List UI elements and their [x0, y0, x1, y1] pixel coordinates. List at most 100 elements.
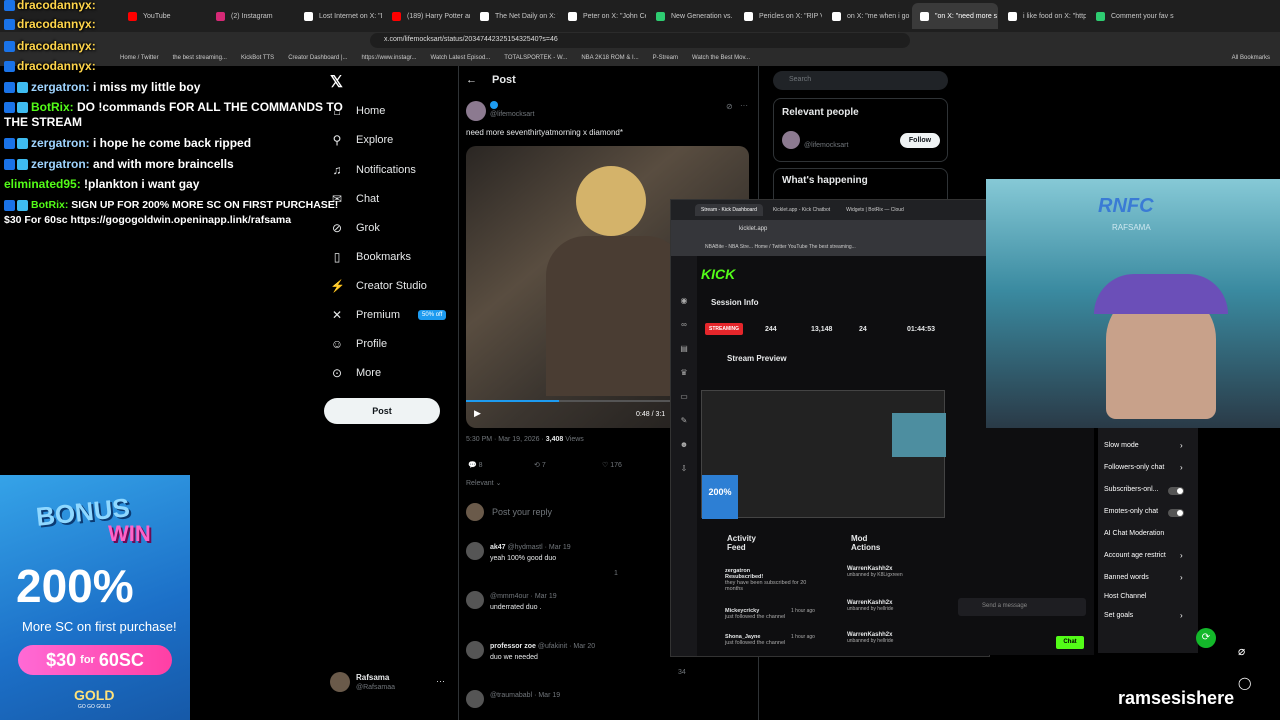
play-icon[interactable]: ▶ [474, 408, 481, 419]
chat-user: dracodannyx: [17, 0, 96, 12]
badge-icon [4, 82, 15, 94]
follow-button[interactable]: Follow [900, 133, 940, 148]
reply-text: underrated duo . [490, 604, 542, 611]
mod-detail: unbanned by hellride [847, 606, 894, 612]
column-divider [458, 66, 459, 720]
send-message-input[interactable]: Send a message [958, 598, 1086, 616]
subscribers-only-toggle[interactable] [1168, 487, 1184, 495]
menu-host-channel[interactable]: Host Channel [1104, 593, 1146, 600]
stat-viewers: 244 [765, 326, 777, 333]
mod-item: WarrenKashh2x unbanned by hellride [847, 632, 893, 644]
browser-tab[interactable]: (189) Harry Potter and [384, 3, 470, 29]
chart-icon[interactable]: ▤ [679, 344, 689, 354]
sort-dropdown[interactable]: Relevant ⌄ [466, 479, 501, 487]
chat-user: BotRix: [31, 199, 69, 211]
nav-profile[interactable]: ☺ Profile [330, 337, 387, 351]
nav-more[interactable]: ⊙ More [330, 366, 381, 380]
bookmark-item[interactable]: TOTALSPORTEK - W... [504, 55, 567, 61]
timestamp-text: 5:30 PM · Mar 19, 2026 · [466, 436, 544, 443]
x-icon: ✕ [331, 308, 343, 322]
download-icon[interactable]: ⇩ [679, 464, 689, 474]
relevant-avatar[interactable] [782, 131, 800, 149]
author-handle[interactable]: @lifemocksart [490, 111, 534, 118]
chat-message: BotRix: SIGN UP FOR 200% MORE SC ON FIRS… [4, 198, 349, 228]
edit-icon[interactable]: ⌀ [1238, 644, 1245, 658]
browser-tab[interactable]: Pericles on X: "RIP Vine [736, 3, 822, 29]
back-arrow-icon[interactable]: ← [466, 74, 477, 86]
reply-item[interactable]: @mmm4our · Mar 19 underrated duo . [466, 591, 666, 631]
activity-time: 1 hour ago [791, 634, 815, 640]
kick-logo[interactable]: KICK [701, 266, 735, 282]
repost-count[interactable]: ⟲ 7 [534, 461, 546, 469]
bookmark-item[interactable]: Watch the Best Mov... [692, 55, 750, 61]
more-dots-icon[interactable]: ··· [740, 101, 748, 110]
reply-item[interactable]: @traumababl · Mar 19 [466, 690, 666, 710]
video-progress-fill [466, 400, 559, 402]
chat-bubble-icon[interactable]: ◯ [1238, 676, 1251, 690]
menu-subscribers-only[interactable]: Subscribers-onl... [1104, 486, 1158, 493]
users-icon[interactable]: ☻ [679, 440, 689, 450]
menu-ai-moderation[interactable]: AI Chat Moderation [1104, 530, 1164, 537]
reply-item[interactable]: professor zoe @ufakinit · Mar 20 duo we … [466, 641, 686, 681]
trophy-icon[interactable]: ♛ [679, 368, 689, 378]
relevant-handle[interactable]: @lifemocksart [804, 142, 848, 149]
kick-tab[interactable]: Widgets | BotRix — Cloud [840, 204, 910, 216]
post-text: need more seventhirtyatmorning x diamond… [466, 128, 623, 137]
wrench-icon[interactable]: ✎ [679, 416, 689, 426]
mod-item: WarrenKashh2x unbanned by hellride [847, 600, 893, 612]
bookmark-item[interactable]: NBA 2K18 ROM & I... [581, 55, 638, 61]
refresh-icon[interactable]: ⟳ [1196, 628, 1216, 648]
browser-tab[interactable]: The Net Daily on X: "Ima [472, 3, 558, 29]
bookmark-item[interactable]: https://www.instagr... [361, 55, 416, 61]
menu-emotes-only[interactable]: Emotes-only chat [1104, 508, 1158, 515]
bookmark-item[interactable]: Watch Latest Episod... [430, 55, 490, 61]
bonus-ad[interactable]: BONUS WIN 200% More SC on first purchase… [0, 475, 190, 720]
nav-label: Grok [356, 222, 380, 234]
chat-send-button[interactable]: Chat [1056, 636, 1084, 649]
reply-input[interactable]: Post your reply [492, 507, 552, 517]
address-bar[interactable]: x.com/lifemocksart/status/20347442325154… [370, 33, 910, 48]
menu-slow-mode[interactable]: Slow mode [1104, 442, 1139, 449]
nav-premium[interactable]: ✕ Premium 50% off [330, 308, 447, 322]
grok-icon[interactable]: ⊘ [726, 102, 733, 111]
bonus-subtitle: More SC on first purchase! [22, 619, 177, 634]
bookmark-item[interactable]: P-Stream [653, 55, 678, 61]
search-input[interactable]: Search [773, 71, 948, 90]
views-label: Views [565, 436, 584, 443]
like-count-value: 176 [610, 462, 622, 469]
browser-tab[interactable]: Comment your fav sSb [1088, 3, 1174, 29]
link-icon[interactable]: ∞ [679, 320, 689, 330]
chat-message: dracodannyx: [4, 0, 349, 13]
menu-set-goals[interactable]: Set goals [1104, 612, 1133, 619]
my-avatar [466, 503, 484, 521]
reply-count[interactable]: 💬 8 [468, 461, 483, 469]
kick-address-bar[interactable]: kicklet.app [671, 220, 989, 240]
account-avatar[interactable] [330, 672, 350, 692]
kick-tab[interactable]: Kicklet.app - Kick Chatbot [767, 204, 836, 216]
reply-likes: 34 [678, 669, 686, 676]
kick-tab[interactable]: Stream - Kick Dashboard [695, 204, 763, 216]
stream-preview-video[interactable]: 200% [701, 390, 946, 519]
all-bookmarks[interactable]: All Bookmarks [1232, 55, 1280, 61]
more-dots-icon[interactable]: ··· [436, 676, 445, 686]
premium-badge: 50% off [418, 310, 447, 320]
menu-followers-only[interactable]: Followers-only chat [1104, 464, 1164, 471]
reply-handle: @traumababl · Mar 19 [490, 692, 561, 699]
emotes-only-toggle[interactable] [1168, 509, 1184, 517]
menu-account-age[interactable]: Account age restrict [1104, 552, 1166, 559]
browser-tab[interactable]: "on X: "need more s [912, 3, 998, 29]
reply-item[interactable]: ak47 @hydmastl · Mar 19 yeah 100% good d… [466, 542, 666, 582]
author-avatar[interactable] [466, 101, 486, 121]
nav-bookmarks[interactable]: ▯ Bookmarks [330, 250, 411, 264]
post-button[interactable]: Post [324, 398, 440, 424]
browser-tab[interactable]: i like food on X: "https: [1000, 3, 1086, 29]
menu-banned-words[interactable]: Banned words [1104, 574, 1149, 581]
browser-tab[interactable]: Peter on X: "John Cena [560, 3, 646, 29]
browser-tab[interactable]: New Generation vs. Ol [648, 3, 734, 29]
browser-tab[interactable]: on X: "me when i go [824, 3, 910, 29]
like-count[interactable]: ♡ 176 [602, 461, 622, 469]
badge-icon [4, 199, 15, 211]
chat-icon[interactable]: ▭ [679, 392, 689, 402]
broadcast-icon[interactable]: ◉ [679, 296, 689, 306]
nav-creator-studio[interactable]: ⚡ Creator Studio [330, 279, 427, 293]
